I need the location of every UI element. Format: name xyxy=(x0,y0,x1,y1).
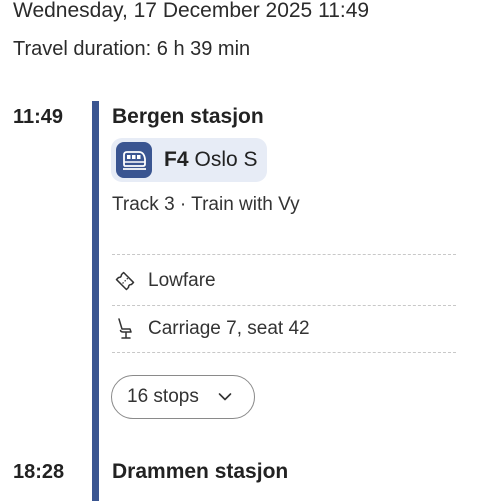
ticket-type-label: Lowfare xyxy=(148,270,216,291)
arrival-time: 18:28 xyxy=(13,461,65,483)
divider xyxy=(112,254,456,255)
seat-row: Carriage 7, seat 42 xyxy=(112,314,310,344)
divider xyxy=(112,352,456,353)
seat-label: Carriage 7, seat 42 xyxy=(148,318,310,339)
journey-date-time: Wednesday, 17 December 2025 11:49 xyxy=(13,0,370,22)
route-timeline-line xyxy=(92,101,99,501)
track-info: Track 3 · Train with Vy xyxy=(112,194,300,215)
arrival-station: Drammen stasjon xyxy=(112,460,289,483)
departure-station: Bergen stasjon xyxy=(112,105,264,128)
travel-duration: Travel duration: 6 h 39 min xyxy=(13,38,251,60)
train-icon xyxy=(116,142,152,178)
line-chip[interactable]: F4 Oslo S xyxy=(111,138,267,182)
ticket-type-row: Lowfare xyxy=(112,266,216,296)
stops-label: 16 stops xyxy=(127,386,199,407)
chevron-down-icon xyxy=(217,389,233,405)
line-destination: Oslo S xyxy=(194,148,258,171)
seat-icon xyxy=(112,316,138,342)
stops-toggle-button[interactable]: 16 stops xyxy=(111,375,255,419)
departure-time: 11:49 xyxy=(13,106,64,128)
divider xyxy=(112,305,456,306)
ticket-icon xyxy=(112,268,138,294)
line-code: F4 xyxy=(164,148,189,171)
